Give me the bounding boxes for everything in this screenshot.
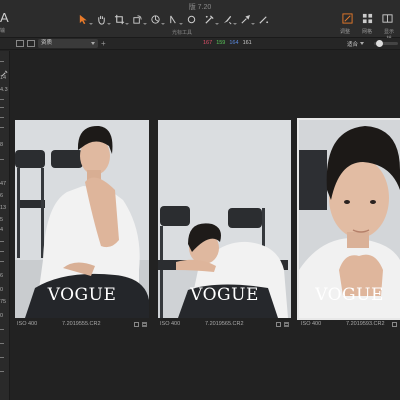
divider — [0, 343, 4, 344]
panel-value: 0 — [0, 287, 4, 293]
thumbnail-item[interactable]: VOGUE ISO 400 7.2019555.CR2 — [15, 120, 149, 327]
panel-value: 14 — [0, 75, 7, 81]
top-toolbar: 版 7.20 A 输 光标工具 调整 网格 显示 — [0, 0, 400, 42]
panel-value: 13 — [0, 205, 7, 211]
picker-icon[interactable] — [202, 11, 219, 27]
divider — [0, 261, 4, 262]
photo-thumbnail[interactable]: VOGUE — [158, 120, 291, 318]
zoom-fit-label[interactable]: 适合 — [347, 40, 358, 48]
file-name: 7.2019555.CR2 — [62, 321, 101, 327]
thumbnail-caption: ISO 400 7.2019565.CR2 — [158, 320, 291, 330]
divider — [0, 241, 4, 242]
adjust-icon[interactable] — [341, 12, 354, 25]
luma-value: 161 — [242, 40, 252, 46]
panel-value: 6 — [0, 193, 4, 199]
eyedropper-icon[interactable] — [1, 64, 8, 77]
pointer-icon[interactable] — [76, 11, 93, 27]
divider — [0, 357, 4, 358]
divider — [0, 127, 4, 128]
brush-icon[interactable] — [220, 11, 237, 27]
spot-icon[interactable] — [166, 11, 183, 27]
left-toolbar-label: 输 — [0, 28, 6, 34]
divider — [0, 159, 4, 160]
iso-label: ISO 400 — [160, 321, 181, 327]
thumbnail-caption: ISO 400 7.2019593.CR2 — [299, 320, 400, 330]
panel-value: 4.3 — [0, 87, 8, 93]
panel-value: 5 — [0, 217, 4, 223]
grid-icon[interactable] — [361, 12, 374, 25]
panel-value: 8 — [0, 142, 4, 148]
divider — [0, 371, 4, 372]
crop-icon[interactable] — [112, 11, 129, 27]
chevron-down-icon — [91, 42, 95, 45]
iso-label: ISO 400 — [17, 321, 38, 327]
left-tool-panel: 14 4.3 8 47 6 13 5 4 6 0 75 0 — [0, 51, 10, 400]
right-toolbar — [341, 12, 394, 25]
brand-watermark: VOGUE — [315, 285, 384, 305]
panel-value: 75 — [0, 299, 7, 305]
thumbnail-caption: ISO 400 7.2019555.CR2 — [15, 320, 149, 330]
select-checkbox-icon[interactable] — [392, 322, 397, 327]
file-name: 7.2019565.CR2 — [205, 321, 244, 327]
collection-dropdown[interactable]: 资质 — [38, 39, 98, 48]
annotation-icon[interactable] — [256, 11, 271, 27]
variants-icon[interactable] — [142, 322, 147, 327]
select-checkbox-icon[interactable] — [276, 322, 281, 327]
iso-label: ISO 400 — [301, 321, 322, 327]
select-checkbox-icon[interactable] — [134, 322, 139, 327]
brand-watermark: VOGUE — [190, 285, 259, 305]
circle-tool-icon[interactable] — [184, 11, 199, 27]
view-list-icon[interactable] — [16, 40, 24, 47]
variants-icon[interactable] — [284, 322, 289, 327]
divider — [0, 99, 4, 100]
photo-thumbnail[interactable]: VOGUE — [297, 118, 400, 320]
collection-dropdown-value: 资质 — [41, 40, 53, 46]
app-logo: A — [0, 10, 9, 25]
panel-value: 47 — [0, 181, 7, 187]
color-readout: 167 159 164 161 — [203, 40, 252, 46]
add-icon[interactable]: + — [101, 39, 106, 48]
chevron-down-icon[interactable] — [360, 42, 364, 45]
file-name: 7.2019593.CR2 — [346, 321, 385, 327]
rotate-icon[interactable] — [130, 11, 147, 27]
browser-toolbar: 资质 + 167 159 164 161 适合 — [0, 38, 400, 50]
thumbnail-size-slider[interactable] — [374, 40, 398, 47]
panel-value: 6 — [0, 273, 4, 279]
image-browser: VOGUE ISO 400 7.2019555.CR2 VOGUE ISO 40… — [11, 51, 400, 400]
divider — [0, 329, 4, 330]
red-value: 167 — [203, 40, 213, 46]
panel-value: 0 — [0, 313, 4, 319]
pan-icon[interactable] — [94, 11, 111, 27]
divider — [0, 61, 4, 62]
cursor-tools-label: 光标工具 — [172, 30, 193, 36]
green-value: 159 — [216, 40, 226, 46]
divider — [0, 251, 4, 252]
brand-watermark: VOGUE — [47, 285, 117, 305]
slider-knob[interactable] — [376, 40, 383, 47]
view-grid-icon[interactable] — [27, 40, 35, 47]
keystone-icon[interactable] — [148, 11, 165, 27]
cursor-tools — [76, 11, 271, 27]
compare-icon[interactable] — [381, 12, 394, 25]
photo-thumbnail[interactable]: VOGUE — [15, 120, 149, 318]
panel-value: 4 — [0, 227, 4, 233]
eyedropper-icon[interactable] — [238, 11, 255, 27]
blue-value: 164 — [229, 40, 239, 46]
divider — [0, 117, 4, 118]
divider — [0, 107, 4, 108]
